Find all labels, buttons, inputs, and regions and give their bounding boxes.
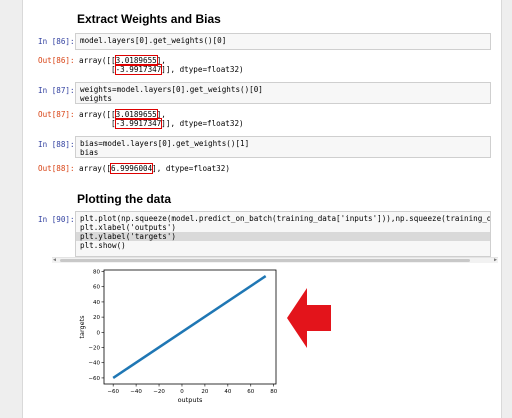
x-tick-label: −20 (153, 389, 165, 395)
x-axis-label: outputs (178, 396, 203, 404)
y-tick-label: 20 (93, 315, 100, 321)
x-tick-label: 20 (201, 389, 208, 395)
x-tick-label: 80 (270, 389, 277, 395)
y-tick-label: 40 (93, 300, 100, 306)
y-tick-label: 60 (93, 285, 100, 291)
red-arrow-left-icon (287, 288, 331, 348)
x-tick-label: 60 (247, 389, 254, 395)
y-axis-ticks: −60 −40 −20 0 20 40 60 80 (88, 270, 104, 382)
output-plot: −60 −40 −20 0 20 40 60 80 −60 −40 −20 0 20 40 60 80 ou… (78, 270, 331, 404)
x-tick-label: −60 (107, 389, 119, 395)
y-axis-label: targets (78, 315, 86, 339)
y-tick-label: 80 (93, 270, 100, 276)
y-tick-label: −60 (88, 376, 100, 382)
x-axis-ticks: −60 −40 −20 0 20 40 60 80 (107, 384, 278, 395)
series-line (112, 275, 267, 379)
y-tick-label: −20 (88, 346, 100, 352)
y-tick-label: −40 (88, 361, 100, 367)
y-tick-label: 0 (97, 330, 101, 336)
x-tick-label: −40 (130, 389, 142, 395)
x-tick-label: 40 (224, 389, 231, 395)
x-tick-label: 0 (180, 389, 184, 395)
